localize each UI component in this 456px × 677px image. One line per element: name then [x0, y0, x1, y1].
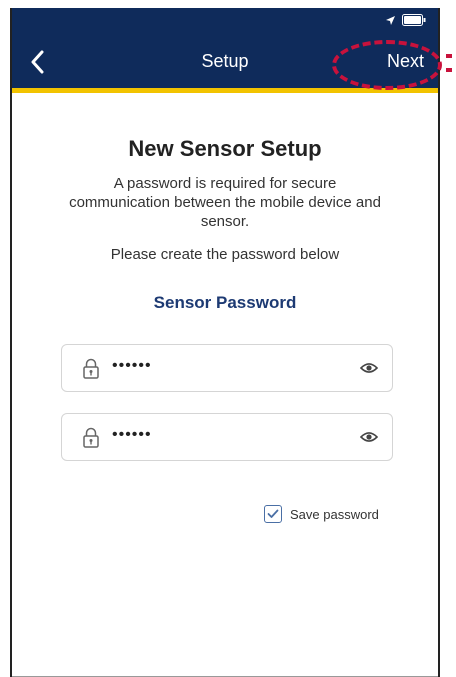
password-value: •••••• — [112, 357, 152, 374]
save-password-toggle[interactable]: Save password — [264, 505, 379, 523]
status-bar — [12, 8, 438, 36]
eye-icon[interactable] — [360, 430, 378, 444]
save-password-checkbox[interactable] — [264, 505, 282, 523]
confirm-password-field[interactable]: •••••• — [61, 413, 393, 461]
nav-title: Setup — [201, 51, 249, 71]
setup-instruction: Please create the password below — [110, 246, 340, 263]
confirm-password-value: •••••• — [112, 426, 152, 443]
lock-icon — [83, 427, 99, 448]
checkmark-icon — [267, 509, 279, 518]
navigation-bar: Setup Next — [12, 36, 438, 93]
status-icons — [385, 14, 426, 26]
location-arrow-icon — [386, 15, 395, 25]
battery-icon — [402, 14, 426, 26]
setup-description: A password is required for secure commun… — [69, 175, 381, 230]
eye-icon[interactable] — [360, 361, 378, 375]
sensor-password-heading: Sensor Password — [153, 293, 297, 312]
lock-icon — [83, 358, 99, 379]
next-button[interactable]: Next — [387, 51, 424, 72]
highlight-mark — [446, 54, 452, 72]
phone-screen: Setup Next New Sensor Setup A password i… — [10, 8, 440, 677]
page-title: New Sensor Setup — [128, 136, 322, 161]
password-field[interactable]: •••••• — [61, 344, 393, 392]
setup-content: New Sensor Setup A password is required … — [12, 93, 438, 313]
save-password-label: Save password — [290, 506, 379, 522]
